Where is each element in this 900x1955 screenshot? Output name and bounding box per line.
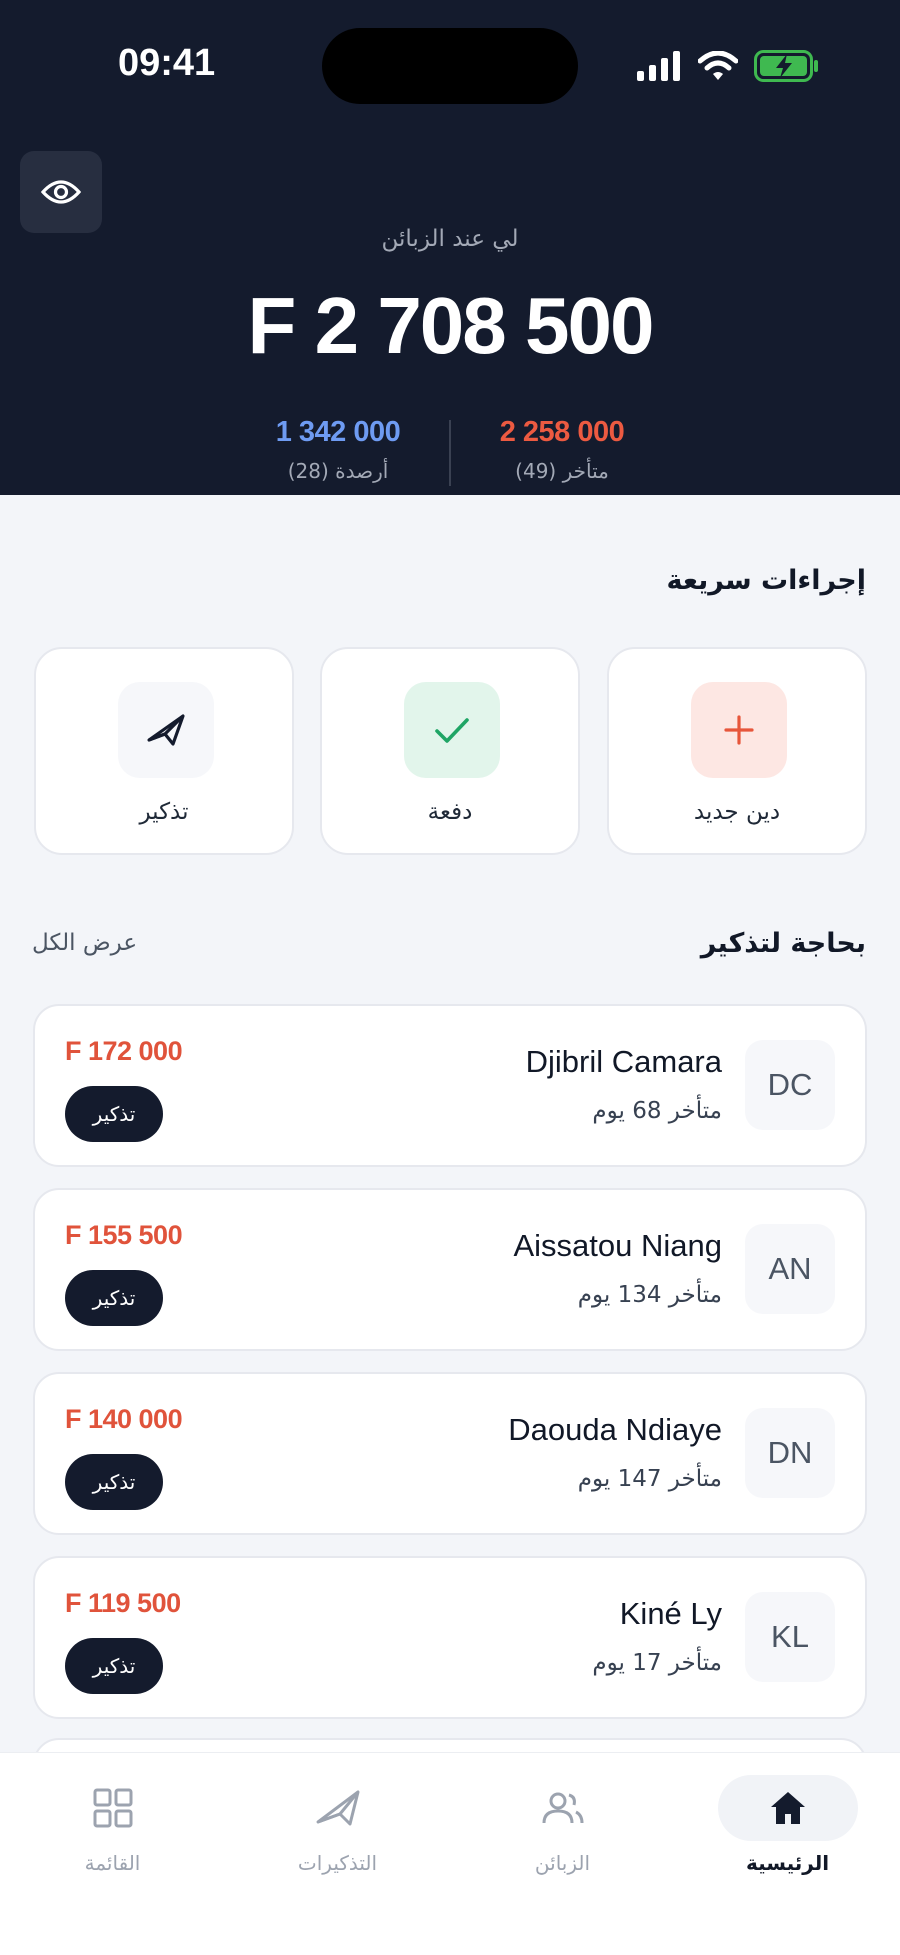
paper-plane-icon — [268, 1775, 408, 1841]
new-debt-button[interactable]: دين جديد — [607, 647, 867, 855]
tab-bar: الرئيسية الزبائن التذكيرات القائمة — [0, 1752, 900, 1955]
dynamic-island — [322, 28, 578, 104]
list-item[interactable]: AN Aissatou Niang متأخر 134 يوم F 155 50… — [33, 1188, 867, 1351]
reminder-button[interactable]: تذكير — [34, 647, 294, 855]
tab-menu[interactable]: القائمة — [0, 1753, 225, 1913]
remind-button[interactable]: تذكير — [65, 1270, 163, 1326]
avatar: DN — [745, 1408, 835, 1498]
stat-divider — [449, 420, 451, 486]
battery-icon — [754, 50, 818, 82]
plus-icon — [691, 682, 787, 778]
list-item[interactable]: KL Kiné Ly متأخر 17 يوم F 119 500 تذكير — [33, 1556, 867, 1719]
remind-button[interactable]: تذكير — [65, 1454, 163, 1510]
avatar: KL — [745, 1592, 835, 1682]
tab-menu-label: القائمة — [84, 1851, 141, 1875]
tab-customers-label: الزبائن — [534, 1851, 591, 1875]
days-late: متأخر 17 يوم — [592, 1650, 722, 1676]
view-all-link[interactable]: عرض الكل — [32, 930, 137, 956]
avatar: DC — [745, 1040, 835, 1130]
home-icon — [717, 1775, 858, 1841]
customer-name: Kiné Ly — [619, 1596, 722, 1631]
quick-actions-title: إجراءات سريعة — [666, 565, 866, 596]
credit-stat[interactable]: 1 342 000 أرصدة (28) — [238, 416, 438, 483]
users-icon — [493, 1775, 633, 1841]
receivables-label: لي عند الزبائن — [381, 226, 519, 252]
grid-icon — [43, 1775, 183, 1841]
tab-reminders[interactable]: التذكيرات — [225, 1753, 450, 1913]
needs-reminder-title: بحاجة لتذكير — [700, 928, 866, 959]
tab-home[interactable]: الرئيسية — [675, 1753, 900, 1913]
payment-label: دفعة — [427, 799, 473, 825]
days-late: متأخر 68 يوم — [592, 1098, 722, 1124]
tab-customers[interactable]: الزبائن — [450, 1753, 675, 1913]
days-late: متأخر 134 يوم — [577, 1282, 722, 1308]
remind-button[interactable]: تذكير — [65, 1086, 163, 1142]
total-receivables: F 2 708 500 — [247, 281, 655, 370]
debt-amount: F 172 000 — [65, 1036, 183, 1066]
credit-label: أرصدة (28) — [287, 459, 389, 483]
overdue-label: متأخر (49) — [515, 459, 609, 483]
tab-home-label: الرئيسية — [745, 1851, 830, 1875]
overdue-value: 2 258 000 — [499, 416, 625, 448]
reminder-label: تذكير — [139, 799, 189, 825]
new-debt-label: دين جديد — [693, 799, 781, 825]
debt-amount: F 119 500 — [65, 1588, 181, 1618]
wifi-icon — [698, 51, 738, 80]
signal-icon — [637, 51, 680, 81]
list-item[interactable]: DC Djibril Camara متأخر 68 يوم F 172 000… — [33, 1004, 867, 1167]
customer-name: Djibril Camara — [525, 1044, 722, 1079]
credit-value: 1 342 000 — [275, 416, 401, 448]
paper-plane-icon — [118, 682, 214, 778]
customer-name: Daouda Ndiaye — [508, 1412, 722, 1447]
eye-icon — [41, 180, 81, 204]
list-item[interactable]: DN Daouda Ndiaye متأخر 147 يوم F 140 000… — [33, 1372, 867, 1535]
check-icon — [404, 682, 500, 778]
overdue-stat[interactable]: 2 258 000 متأخر (49) — [462, 416, 662, 483]
days-late: متأخر 147 يوم — [577, 1466, 722, 1492]
tab-reminders-label: التذكيرات — [297, 1851, 378, 1875]
remind-button[interactable]: تذكير — [65, 1638, 163, 1694]
debt-amount: F 155 500 — [65, 1220, 183, 1250]
customer-name: Aissatou Niang — [513, 1228, 722, 1263]
payment-button[interactable]: دفعة — [320, 647, 580, 855]
status-icons — [636, 48, 820, 84]
balance-header: 09:41 لي عند الزبائن F 2 708 500 1 342 0 — [0, 0, 900, 495]
avatar: AN — [745, 1224, 835, 1314]
toggle-visibility-button[interactable] — [20, 151, 102, 233]
debt-amount: F 140 000 — [65, 1404, 183, 1434]
status-time: 09:41 — [118, 42, 216, 84]
